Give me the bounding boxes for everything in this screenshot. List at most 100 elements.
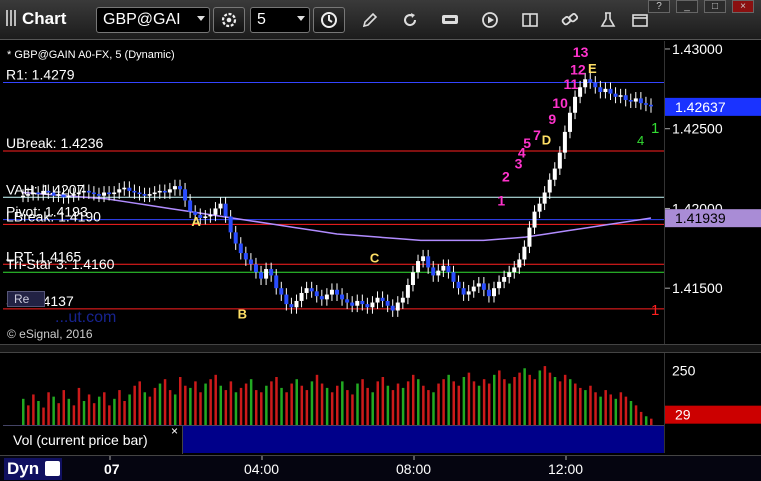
volume-bar	[27, 405, 30, 425]
td-count-marker: 2	[502, 168, 510, 184]
price-bar	[340, 294, 345, 300]
volume-bar	[472, 381, 476, 425]
price-pane[interactable]: A B C D E 1 2 3 4 5 7 9 10 11 12 13 1 1 4 R1: 1.4279 UBreak…	[3, 41, 664, 344]
price-bar	[471, 286, 476, 292]
volume-bar	[229, 381, 233, 425]
price-bar	[370, 302, 375, 308]
pane-separator[interactable]	[0, 344, 761, 353]
price-bar	[486, 289, 491, 297]
volume-bar	[189, 387, 192, 425]
volume-bar	[558, 381, 562, 425]
volume-bar	[265, 385, 268, 425]
price-bar	[416, 261, 421, 273]
maximize-button[interactable]: □	[704, 0, 726, 13]
volume-tick-label: 250	[672, 362, 696, 378]
volume-bar	[280, 387, 283, 425]
close-button[interactable]: ×	[732, 0, 754, 13]
interval-input[interactable]: 5	[250, 7, 310, 33]
volume-bar	[133, 385, 136, 425]
volume-bar	[386, 385, 390, 425]
price-bar	[335, 289, 339, 295]
gear-icon	[221, 12, 237, 28]
price-bar	[507, 272, 512, 278]
symbol-input[interactable]: GBP@GAI	[96, 7, 210, 33]
source-overlay[interactable]: Re	[7, 291, 45, 307]
volume-bar	[62, 390, 66, 425]
price-bar	[132, 190, 137, 193]
volume-bar	[462, 377, 466, 425]
volume-bar	[153, 387, 157, 425]
app-title-text: Chart	[22, 9, 67, 28]
volume-bar	[609, 394, 612, 425]
volume-bar	[477, 385, 481, 425]
volume-bar	[447, 374, 450, 425]
price-bar	[527, 227, 532, 247]
volume-bar	[442, 379, 445, 425]
price-bar	[522, 246, 527, 260]
time-tick-label: 04:00	[244, 461, 279, 477]
play-icon[interactable]	[480, 10, 500, 30]
volume-bar	[584, 390, 587, 425]
refresh-icon[interactable]	[400, 10, 420, 30]
help-button[interactable]: ?	[648, 0, 670, 13]
price-bar	[380, 297, 385, 301]
price-bar	[122, 187, 127, 190]
volume-bar	[624, 396, 628, 425]
settings-button[interactable]	[213, 7, 245, 33]
volume-bar	[330, 392, 334, 425]
volume-bar	[487, 383, 491, 425]
price-bar	[557, 152, 562, 169]
price-bar	[441, 265, 446, 271]
volume-bar	[396, 383, 400, 425]
volume-bar	[361, 379, 364, 425]
td-count-marker: 9	[548, 111, 556, 127]
volume-bar	[482, 379, 486, 425]
time-axis[interactable]: Dyn 07 04:00 08:00 12:00	[0, 455, 761, 481]
chevron-down-icon[interactable]	[297, 16, 305, 21]
price-bar	[436, 270, 441, 276]
price-bar	[598, 87, 603, 93]
price-axis[interactable]: 1.43000 1.42500 1.42000 1.41500 1.42637 1.419…	[664, 41, 761, 344]
volume-bar	[97, 396, 101, 425]
volume-bar	[589, 385, 592, 425]
ma-price-label: 1.41939	[675, 210, 726, 226]
link-window-icon[interactable]	[630, 10, 650, 30]
close-pane-icon[interactable]: ×	[171, 424, 178, 438]
watermark: © eSignal, 2016	[7, 327, 93, 341]
volume-bar	[356, 383, 359, 425]
volume-bar	[249, 379, 253, 425]
volume-bar	[432, 392, 435, 425]
price-bar	[512, 267, 517, 273]
price-bar	[567, 112, 572, 132]
pencil-icon[interactable]	[360, 10, 380, 30]
app-title[interactable]: Chart	[6, 9, 66, 29]
volume-bar	[57, 403, 60, 425]
volume-bar	[37, 401, 40, 425]
columns-icon[interactable]	[520, 10, 540, 30]
price-bar	[223, 203, 228, 217]
price-bar	[279, 288, 284, 295]
volume-axis[interactable]: 250 29	[664, 353, 761, 453]
time-button[interactable]	[313, 7, 345, 33]
volume-bar	[260, 392, 263, 425]
price-bar	[476, 283, 481, 287]
price-chart[interactable]: ABCDE12345 7910111213114 R1: 1.4279UBreak…	[3, 41, 664, 344]
study-icon[interactable]	[440, 10, 460, 30]
chevron-down-icon[interactable]	[197, 16, 205, 21]
chart-title: * GBP@GAIN A0-FX, 5 (Dynamic)	[7, 49, 175, 61]
price-bar	[157, 190, 162, 193]
minimize-button[interactable]: _	[676, 0, 698, 13]
volume-pane[interactable]: Vol (current price bar) ×	[3, 353, 664, 454]
grip-icon[interactable]	[6, 10, 16, 26]
price-bar	[117, 189, 122, 193]
link-icon[interactable]	[560, 10, 580, 30]
volume-label-box[interactable]: Vol (current price bar) ×	[3, 424, 183, 454]
price-bar	[162, 190, 167, 193]
symbol-value: GBP@GAI	[103, 11, 181, 28]
price-bar	[127, 187, 132, 191]
flask-icon[interactable]	[598, 10, 618, 30]
price-bar	[385, 300, 390, 306]
volume-bar	[417, 379, 420, 425]
volume-bar	[168, 390, 172, 425]
volume-bar	[513, 377, 516, 425]
